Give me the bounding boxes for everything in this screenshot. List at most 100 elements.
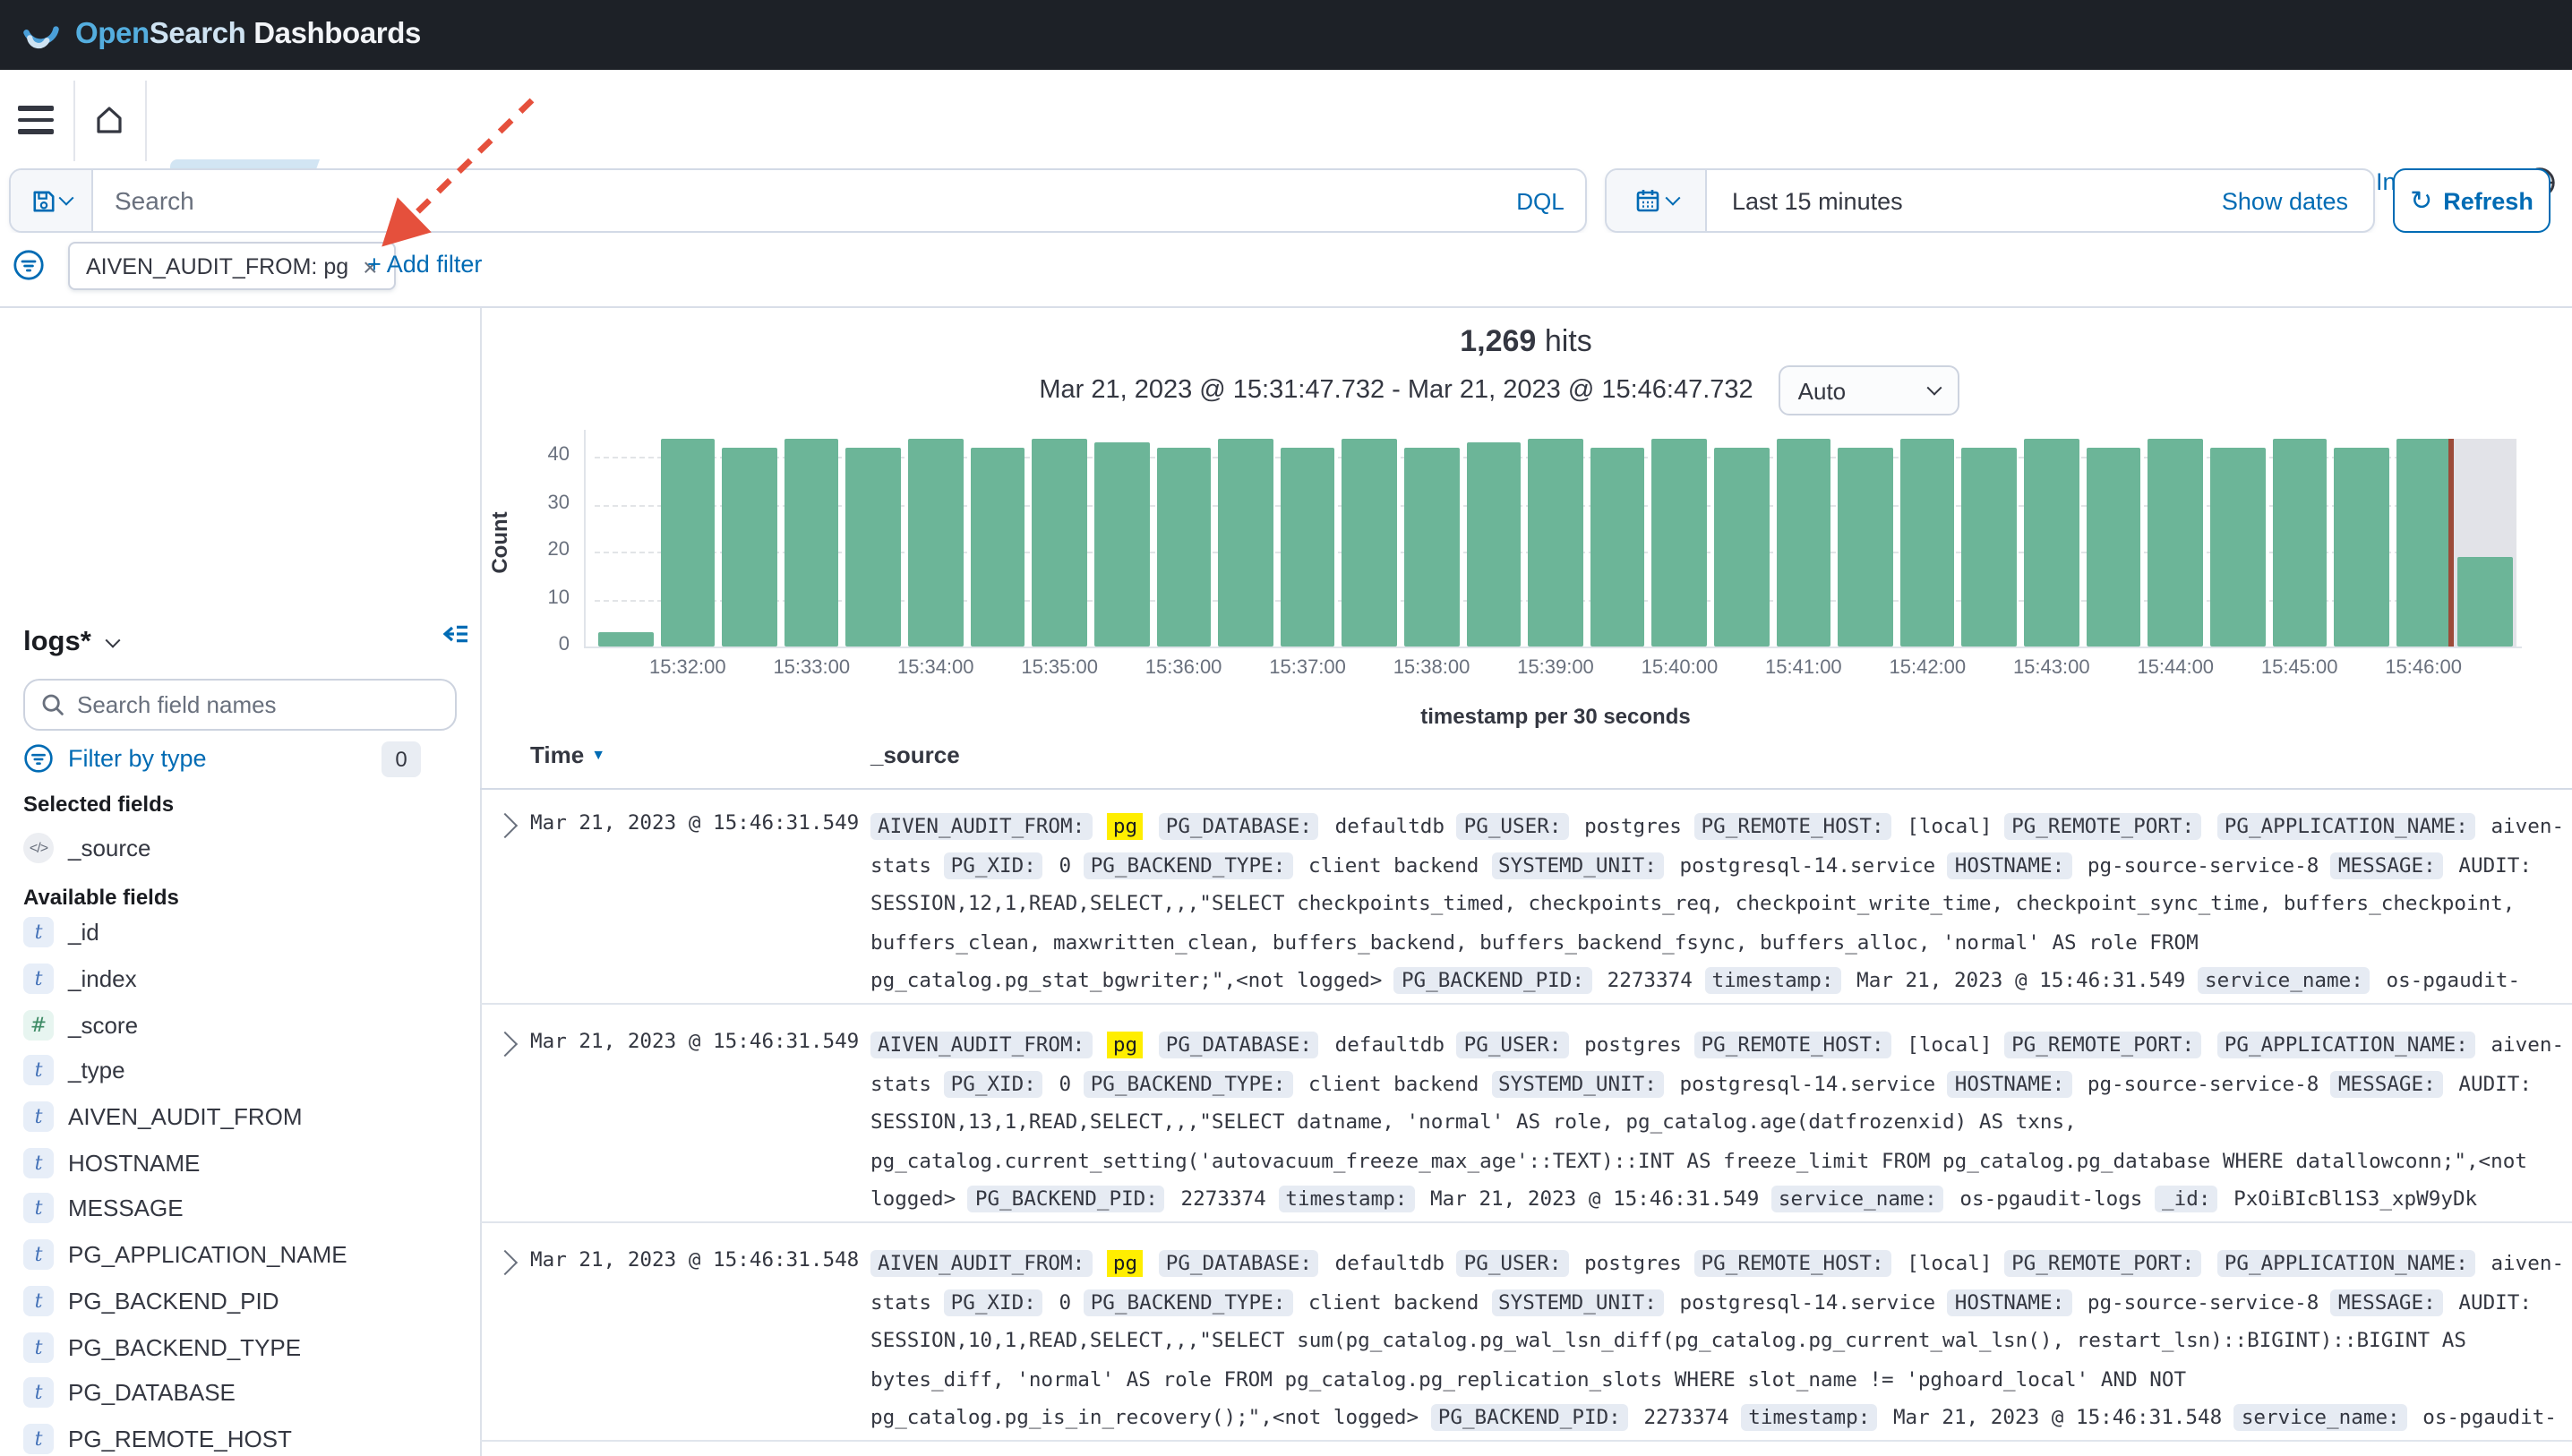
row-time-cell: Mar 21, 2023 @ 15:46:31.549 — [530, 1030, 870, 1053]
query-language-button[interactable]: DQL — [1496, 170, 1585, 231]
histogram-bar[interactable] — [1218, 439, 1273, 647]
histogram-bar[interactable] — [846, 448, 901, 647]
histogram-bar[interactable] — [1033, 439, 1087, 647]
filter-by-type-button[interactable]: Filter by type — [23, 743, 207, 774]
sort-desc-icon[interactable]: ▼ — [591, 747, 605, 763]
expand-row-icon[interactable] — [493, 813, 518, 838]
histogram-bar[interactable] — [1156, 448, 1211, 647]
field-badge: PG_APPLICATION_NAME: — [2217, 813, 2475, 840]
field-item-MESSAGE[interactable]: tMESSAGE — [0, 1186, 480, 1231]
field-item-_id[interactable]: t_id — [0, 910, 480, 955]
menu-icon[interactable] — [18, 106, 54, 134]
histogram-bar[interactable] — [1342, 439, 1397, 647]
histogram-bar[interactable] — [970, 448, 1025, 647]
time-range-value[interactable]: Last 15 minutes — [1707, 170, 2222, 231]
y-tick-label: 10 — [519, 587, 570, 608]
histogram-bar[interactable] — [784, 439, 839, 647]
opensearch-logo-icon — [21, 15, 61, 55]
saved-query-menu-button[interactable] — [11, 170, 93, 231]
filter-menu-icon[interactable] — [13, 249, 45, 281]
current-time-marker — [2449, 439, 2454, 647]
active-filter-pill[interactable]: AIVEN_AUDIT_FROM: pg × — [68, 242, 396, 290]
x-tick-label: 15:33:00 — [740, 657, 883, 679]
top-bar: OpenSearch Dashboards — [0, 0, 2572, 70]
collapse-sidebar-icon[interactable] — [441, 621, 469, 647]
field-badge: PG_USER: — [1457, 1250, 1569, 1277]
available-fields-list: t_idt_index#_scoret_typetAIVEN_AUDIT_FRO… — [0, 910, 480, 1456]
field-badge: PG_REMOTE_PORT: — [2004, 813, 2201, 840]
histogram-bar[interactable] — [1404, 448, 1459, 647]
y-tick-label: 20 — [519, 539, 570, 561]
field-item-_index[interactable]: t_index — [0, 955, 480, 1001]
histogram-bar[interactable] — [2458, 557, 2513, 647]
field-badge: PG_BACKEND_TYPE: — [1084, 852, 1293, 878]
expand-row-icon[interactable] — [493, 1032, 518, 1057]
show-dates-button[interactable]: Show dates — [2222, 170, 2373, 231]
search-icon — [41, 693, 64, 716]
field-item-PG_BACKEND_PID[interactable]: tPG_BACKEND_PID — [0, 1278, 480, 1323]
field-badge: AIVEN_AUDIT_FROM: — [870, 1032, 1092, 1058]
field-badge: service_name: — [2198, 967, 2371, 994]
field-item-PG_REMOTE_HOST[interactable]: tPG_REMOTE_HOST — [0, 1416, 480, 1456]
date-quick-select-button[interactable] — [1607, 170, 1707, 231]
field-badge: MESSAGE: — [2331, 852, 2443, 878]
expand-row-icon[interactable] — [493, 1250, 518, 1275]
column-header-time[interactable]: Time▼ — [530, 741, 605, 768]
table-row: Mar 21, 2023 @ 15:46:31.549AIVEN_AUDIT_F… — [480, 1005, 2572, 1223]
x-tick-label: 15:35:00 — [988, 657, 1131, 679]
histogram-bar[interactable] — [1280, 448, 1334, 647]
histogram-bar[interactable] — [1962, 448, 2017, 647]
field-search-input[interactable] — [77, 691, 439, 718]
field-item-AIVEN_AUDIT_FROM[interactable]: tAIVEN_AUDIT_FROM — [0, 1094, 480, 1140]
field-type-string-icon: t — [23, 1101, 54, 1132]
histogram-bar[interactable] — [2024, 439, 2079, 647]
histogram-bar[interactable] — [908, 439, 963, 647]
histogram-bar[interactable] — [2272, 439, 2327, 647]
histogram-bar[interactable] — [1094, 443, 1149, 647]
opensearch-logo[interactable]: OpenSearch Dashboards — [21, 15, 421, 55]
field-item-PG_APPLICATION_NAME[interactable]: tPG_APPLICATION_NAME — [0, 1232, 480, 1278]
histogram-bar[interactable] — [2148, 439, 2203, 647]
histogram-bar[interactable] — [2396, 439, 2451, 647]
histogram-bar[interactable] — [1839, 448, 1893, 647]
index-pattern-selector[interactable]: logs* — [23, 627, 118, 659]
field-item-HOSTNAME[interactable]: tHOSTNAME — [0, 1140, 480, 1186]
field-item-_score[interactable]: #_score — [0, 1002, 480, 1048]
field-search-box — [23, 679, 457, 731]
field-badge: service_name: — [2234, 1404, 2407, 1431]
histogram-bar[interactable] — [660, 439, 715, 647]
histogram-bar[interactable] — [722, 448, 776, 647]
histogram-bar[interactable] — [2086, 448, 2140, 647]
histogram-bar[interactable] — [2334, 448, 2388, 647]
highlight: pg — [1108, 813, 1143, 840]
field-item-_source[interactable]: </>_source — [0, 826, 480, 871]
field-item-PG_BACKEND_TYPE[interactable]: tPG_BACKEND_TYPE — [0, 1323, 480, 1369]
field-item-PG_DATABASE[interactable]: tPG_DATABASE — [0, 1370, 480, 1416]
histogram-bar[interactable] — [598, 632, 653, 647]
field-badge: HOSTNAME: — [1948, 1070, 2071, 1097]
refresh-button[interactable]: ↻ Refresh — [2393, 168, 2551, 233]
histogram-bar[interactable] — [2210, 448, 2265, 647]
field-name: _source — [68, 835, 151, 862]
field-badge: PG_USER: — [1457, 1032, 1569, 1058]
histogram-bar[interactable] — [1528, 439, 1582, 647]
filter-by-type-count-badge: 0 — [382, 741, 421, 777]
table-row: Mar 21, 2023 @ 15:46:31.548AIVEN_AUDIT_F… — [480, 1223, 2572, 1442]
histogram-bar[interactable] — [1776, 439, 1830, 647]
histogram-bar[interactable] — [1590, 448, 1645, 647]
field-type-string-icon: t — [23, 1056, 54, 1086]
histogram-bar[interactable] — [1652, 439, 1707, 647]
field-type-string-icon: t — [23, 1377, 54, 1408]
field-type-string-icon: t — [23, 918, 54, 948]
histogram-bar[interactable] — [1466, 443, 1521, 647]
field-badge: SYSTEMD_UNIT: — [1491, 852, 1664, 878]
home-icon[interactable] — [91, 102, 127, 138]
add-filter-button[interactable]: + Add filter — [367, 251, 482, 278]
search-input[interactable] — [93, 170, 1496, 231]
interval-select[interactable]: Auto — [1779, 365, 1959, 415]
field-badge: SYSTEMD_UNIT: — [1491, 1289, 1664, 1315]
histogram-bar[interactable] — [1900, 439, 1955, 647]
x-tick-label: 15:38:00 — [1360, 657, 1504, 679]
field-item-_type[interactable]: t_type — [0, 1048, 480, 1093]
histogram-bar[interactable] — [1714, 448, 1769, 647]
